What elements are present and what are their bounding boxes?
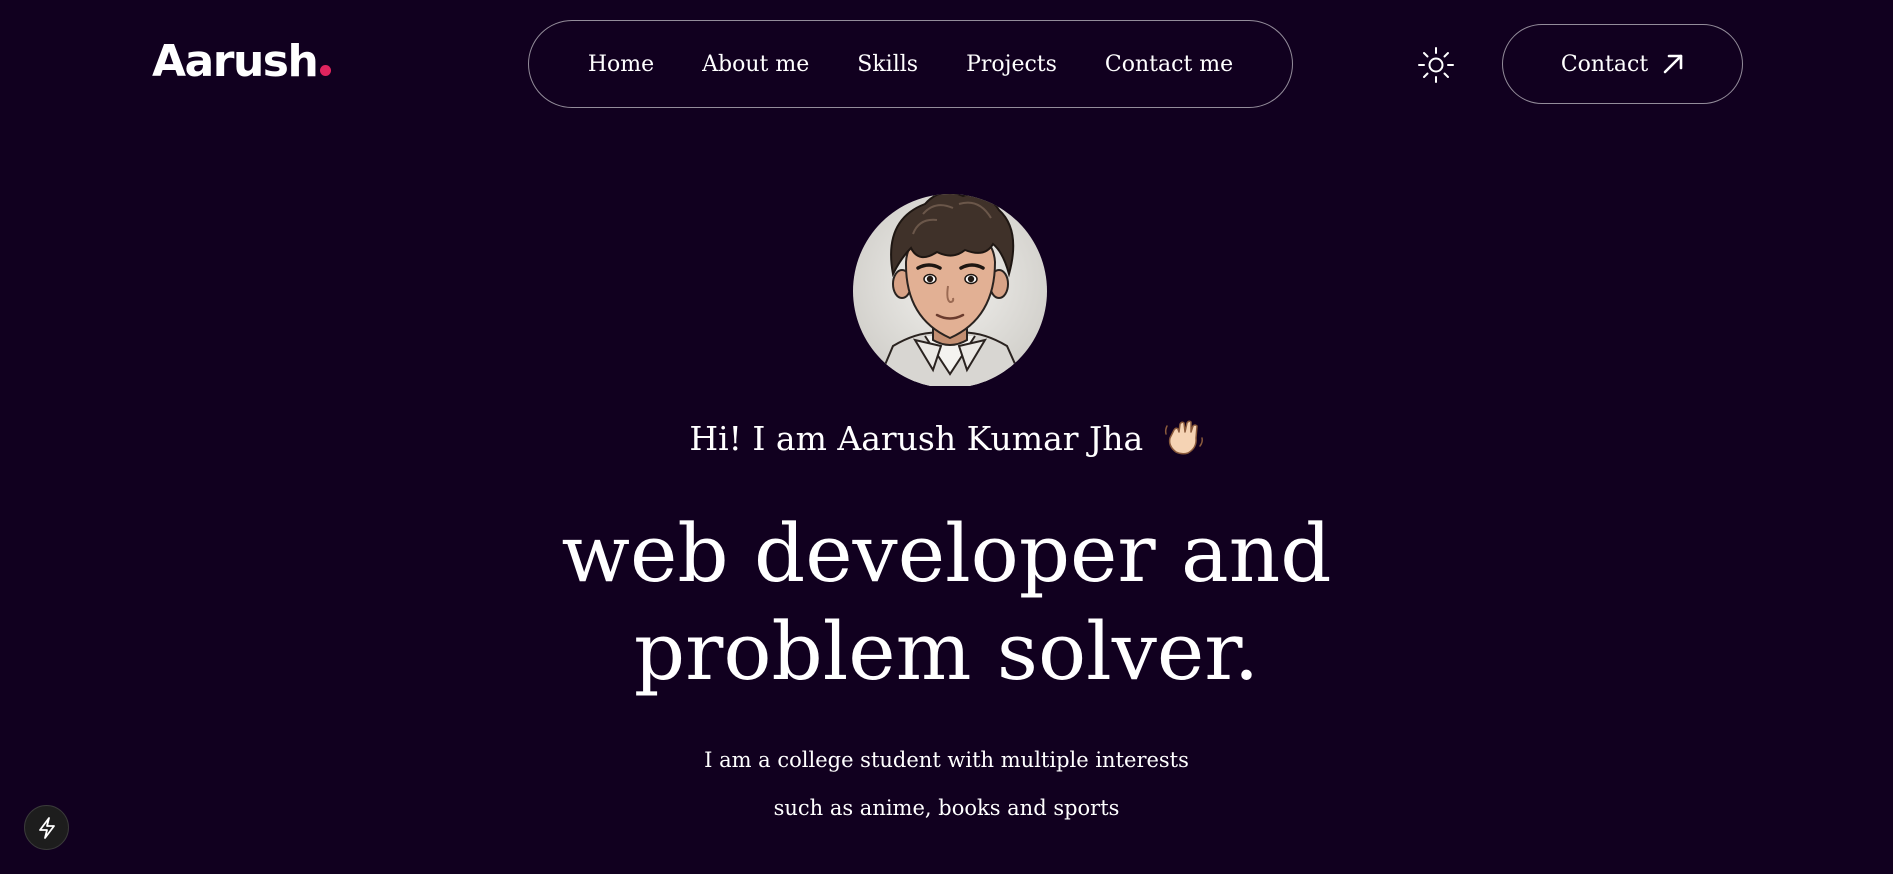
- theme-toggle-button[interactable]: [1417, 46, 1455, 84]
- headline-line-1: web developer and: [561, 507, 1332, 600]
- hero-intro: I am a college student with multiple int…: [0, 736, 1893, 832]
- hero-greeting: Hi! I am Aarush Kumar Jha: [0, 418, 1893, 458]
- logo-text: Aarush: [152, 36, 319, 87]
- contact-button[interactable]: Contact: [1502, 24, 1743, 104]
- hero-headline: web developer and problem solver.: [0, 505, 1893, 701]
- main-nav: Home About me Skills Projects Contact me: [528, 20, 1293, 108]
- nav-link-contact[interactable]: Contact me: [1105, 52, 1233, 77]
- dev-tools-badge[interactable]: [24, 805, 69, 850]
- headline-line-2: problem solver.: [633, 605, 1260, 698]
- sun-icon: [1418, 47, 1454, 83]
- site-logo[interactable]: Aarush: [152, 36, 332, 87]
- profile-avatar: [853, 194, 1047, 386]
- nav-link-about[interactable]: About me: [702, 52, 809, 77]
- nav-link-skills[interactable]: Skills: [857, 52, 918, 77]
- logo-dot: [320, 65, 332, 76]
- nav-link-projects[interactable]: Projects: [966, 52, 1057, 77]
- arrow-up-right-icon: [1663, 54, 1683, 74]
- contact-button-label: Contact: [1560, 51, 1649, 77]
- lightning-bolt-icon: [38, 816, 55, 839]
- nav-link-home[interactable]: Home: [588, 52, 654, 77]
- intro-line-2: such as anime, books and sports: [773, 796, 1120, 820]
- greeting-text: Hi! I am Aarush Kumar Jha: [689, 419, 1144, 458]
- intro-line-1: I am a college student with multiple int…: [704, 748, 1189, 772]
- portfolio-page: Aarush Home About me Skills Projects Con…: [0, 0, 1893, 874]
- waving-hand-icon: [1164, 420, 1203, 455]
